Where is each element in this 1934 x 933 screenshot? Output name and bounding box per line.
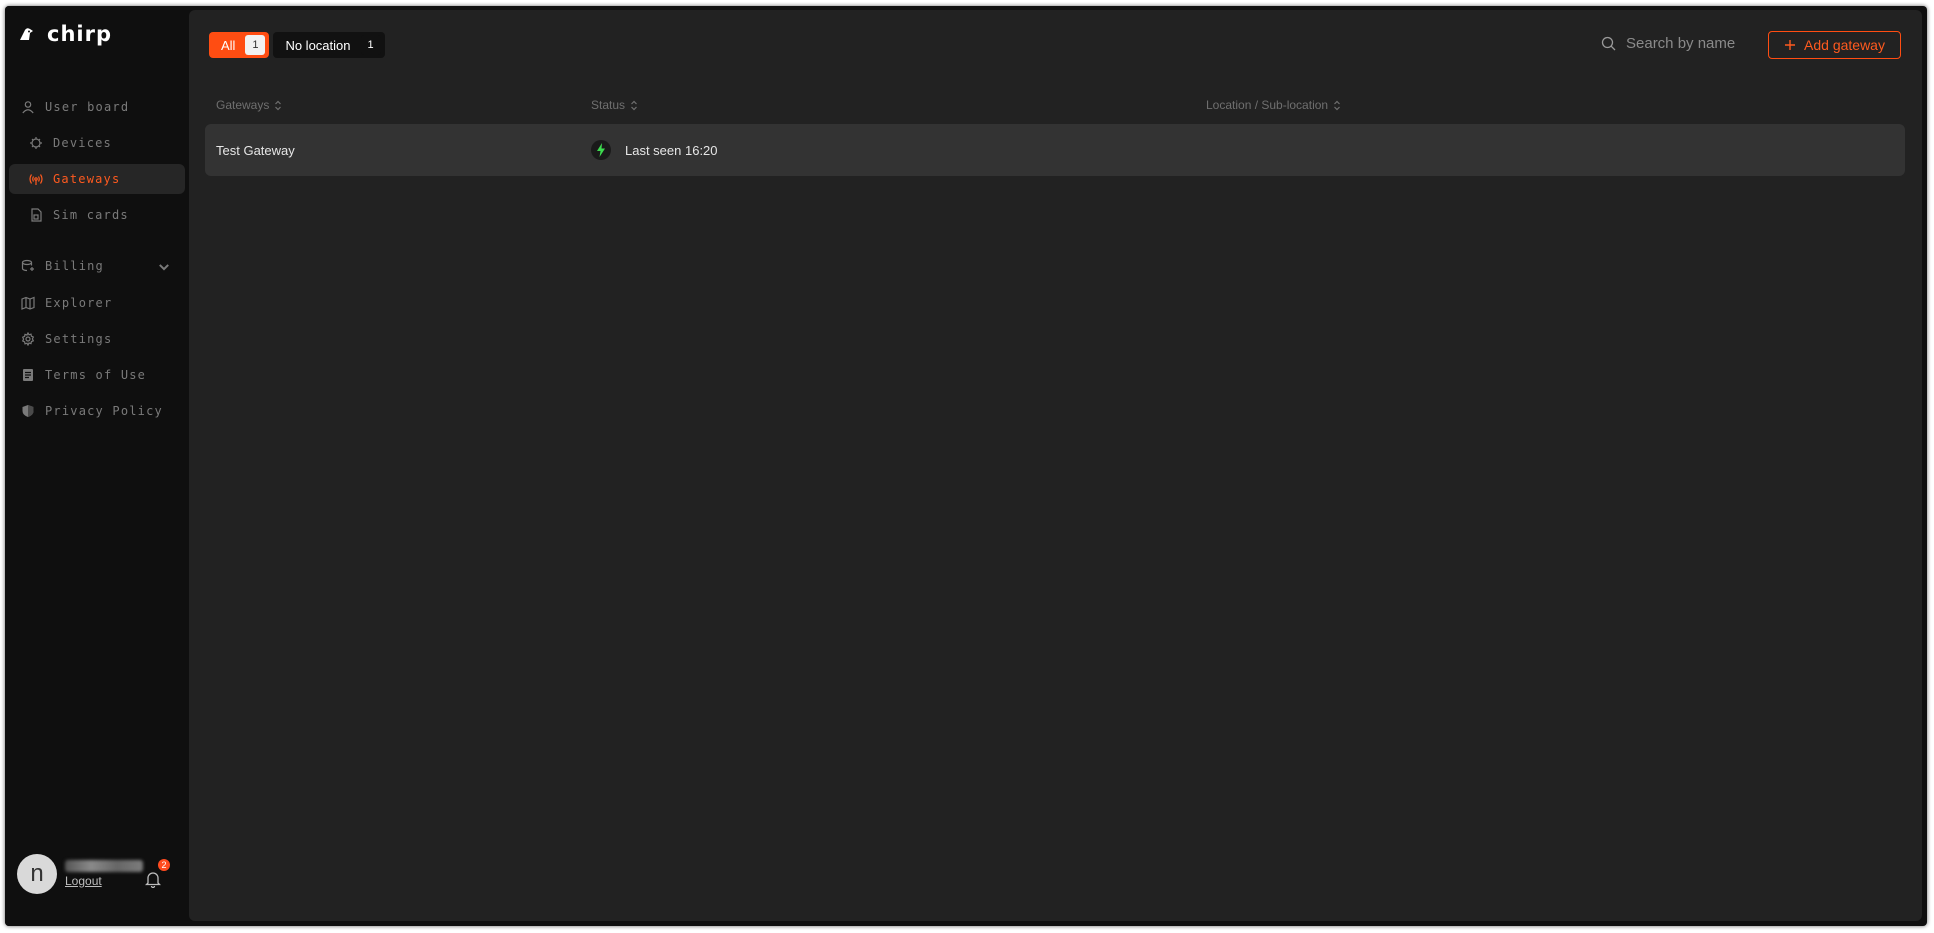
sidebar: chirp User board Devices Gateways Sim ca… — [5, 6, 189, 926]
search-icon — [1601, 36, 1616, 51]
sidebar-item-label: Privacy Policy — [45, 404, 163, 418]
filter-label: All — [221, 37, 236, 53]
brand-logo[interactable]: chirp — [19, 22, 112, 46]
sidebar-item-label: Sim cards — [53, 208, 129, 222]
bell-icon[interactable] — [145, 870, 161, 888]
bird-icon — [20, 28, 33, 40]
billing-icon — [21, 259, 34, 272]
logout-link[interactable]: Logout — [65, 874, 143, 888]
sidebar-item-label: Devices — [53, 136, 112, 150]
user-profile: n Logout — [17, 854, 143, 894]
column-header-label: Gateways — [216, 98, 270, 112]
antenna-icon — [29, 174, 43, 185]
column-header-label: Status — [591, 98, 626, 112]
sidebar-item-devices[interactable]: Devices — [9, 128, 185, 158]
gateway-status: Last seen 16:20 — [591, 124, 718, 176]
sidebar-item-user-board[interactable]: User board — [9, 92, 185, 122]
chip-icon — [30, 137, 42, 149]
sidebar-item-privacy-policy[interactable]: Privacy Policy — [9, 396, 185, 426]
column-header-label: Location / Sub-location — [1206, 98, 1329, 112]
user-icon — [22, 101, 34, 114]
sim-icon — [31, 208, 42, 222]
shield-icon — [22, 405, 34, 417]
sidebar-item-label: Billing — [45, 259, 104, 273]
chevron-down-icon — [159, 264, 169, 271]
document-icon — [23, 369, 33, 381]
sidebar-item-terms-of-use[interactable]: Terms of Use — [9, 360, 185, 390]
sidebar-item-settings[interactable]: Settings — [9, 324, 185, 354]
gateway-name: Test Gateway — [216, 142, 295, 158]
notification-badge: 2 — [158, 859, 170, 871]
sidebar-item-sim-cards[interactable]: Sim cards — [9, 200, 185, 230]
user-name-redacted — [65, 860, 143, 872]
filter-all[interactable]: All 1 — [209, 32, 270, 58]
sidebar-item-explorer[interactable]: Explorer — [9, 288, 185, 318]
filter-count: 1 — [245, 35, 266, 55]
add-gateway-button[interactable]: Add gateway — [1768, 31, 1901, 59]
brand-name: chirp — [47, 22, 112, 46]
column-header-location[interactable]: Location / Sub-location — [1206, 98, 1341, 112]
filter-no-location[interactable]: No location 1 — [273, 32, 385, 58]
sidebar-item-gateways[interactable]: Gateways — [9, 164, 185, 194]
plus-icon — [1785, 40, 1796, 50]
table-row[interactable]: Test Gateway Last seen 16:20 — [205, 124, 1905, 176]
sidebar-item-label: User board — [45, 100, 130, 114]
sidebar-item-label: Explorer — [45, 296, 113, 310]
main-panel: All 1 No location 1 Add gateway Gateways… — [189, 10, 1922, 921]
add-gateway-label: Add gateway — [1804, 37, 1885, 53]
filter-label: No location — [285, 37, 351, 53]
search-input[interactable] — [1624, 34, 1738, 53]
column-header-gateways[interactable]: Gateways — [216, 98, 282, 112]
sort-icon — [1334, 100, 1341, 110]
status-text: Last seen 16:20 — [625, 142, 718, 158]
filter-count: 1 — [360, 35, 381, 55]
sidebar-item-billing[interactable]: Billing — [9, 251, 185, 281]
filter-tabs: All 1 No location 1 — [209, 32, 385, 58]
gear-icon — [21, 332, 35, 346]
column-header-status[interactable]: Status — [591, 98, 638, 112]
sort-icon — [631, 100, 637, 110]
sidebar-item-label: Terms of Use — [45, 368, 147, 382]
sidebar-item-label: Gateways — [53, 172, 121, 186]
avatar[interactable]: n — [17, 854, 57, 894]
map-icon — [21, 296, 35, 310]
app-window: chirp User board Devices Gateways Sim ca… — [5, 6, 1927, 926]
sidebar-item-label: Settings — [45, 332, 113, 346]
lightning-icon — [591, 140, 611, 160]
sort-icon — [275, 100, 282, 110]
search-box — [1601, 34, 1738, 53]
